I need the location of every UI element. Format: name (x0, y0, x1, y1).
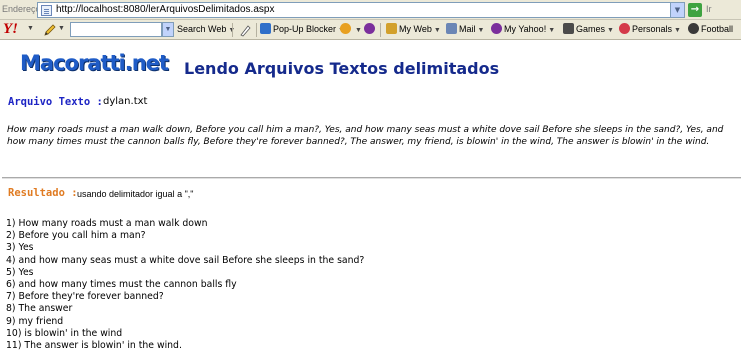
search-web-label: Search Web (177, 24, 227, 34)
games-caret-icon: ▼ (607, 27, 614, 34)
yahoo-menu-caret-icon[interactable]: ▼ (27, 25, 34, 32)
shield-icon (340, 23, 351, 34)
personals-button[interactable]: Personals ▼ (619, 23, 681, 38)
address-dropdown-icon[interactable]: ▼ (670, 3, 684, 17)
football-label: Football (701, 24, 734, 34)
shield-caret-icon: ▼ (355, 27, 362, 34)
address-bar: Endereço http://localhost:8080/lerArquiv… (0, 0, 741, 20)
page-title: Lendo Arquivos Textos delimitados (184, 59, 500, 78)
mail-icon (446, 23, 457, 34)
personals-caret-icon: ▼ (674, 27, 681, 34)
address-input[interactable]: http://localhost:8080/lerArquivosDelimit… (37, 2, 685, 18)
results-list: 1) How many roads must a man walk down 2… (6, 218, 364, 352)
result-line: 5) Yes (6, 266, 34, 278)
mail-caret-icon: ▼ (477, 27, 485, 34)
yahoo-search-input[interactable] (70, 22, 162, 37)
toolbar-divider (256, 23, 257, 37)
personals-label: Personals (632, 24, 673, 34)
address-label: Endereço (2, 4, 41, 14)
my-web-label: My Web (399, 24, 432, 34)
resultado-label: Resultado : (8, 187, 78, 199)
shield-button[interactable]: ▼ (340, 23, 362, 38)
toolbar-divider (232, 23, 233, 37)
yahoo-toolbar: Y! ▼ ▼ ▼ Search Web▼ Pop-Up Blocker▼ ▼ M… (0, 20, 741, 40)
personals-icon (619, 23, 630, 34)
pencil-menu-caret-icon[interactable]: ▼ (58, 25, 65, 32)
result-line: 10) is blowin' in the wind (6, 327, 123, 339)
arquivo-texto-label: Arquivo Texto : (8, 96, 103, 108)
my-web-caret-icon: ▼ (433, 27, 441, 34)
toolbar-divider (380, 23, 381, 37)
result-line: 1) How many roads must a man walk down (6, 218, 208, 229)
result-line: 7) Before they're forever banned? (6, 291, 164, 303)
popup-blocker-icon (260, 23, 271, 34)
yahoo-logo[interactable]: Y! (3, 21, 18, 38)
games-icon (563, 23, 574, 34)
go-button-label[interactable]: Ir (706, 4, 712, 14)
site-logo[interactable]: Macoratti.net (20, 51, 169, 75)
my-web-button[interactable]: My Web ▼ (386, 23, 441, 38)
my-yahoo-icon (491, 23, 502, 34)
football-icon (688, 23, 699, 34)
messenger-button[interactable] (364, 23, 377, 38)
my-yahoo-button[interactable]: My Yahoo! ▼ (491, 23, 555, 38)
my-web-icon (386, 23, 397, 34)
result-line: 8) The answer (6, 303, 73, 315)
games-label: Games (576, 24, 606, 34)
horizontal-rule (2, 177, 741, 179)
popup-blocker-button[interactable]: Pop-Up Blocker▼ (260, 23, 345, 38)
arquivo-texto-value: dylan.txt (103, 96, 148, 107)
result-line: 11) The answer is blowin' in the wind. (6, 340, 182, 352)
page-icon (41, 5, 52, 16)
pencil-icon[interactable] (43, 23, 57, 37)
result-line: 3) Yes (6, 242, 34, 254)
go-arrow-icon[interactable]: → (688, 3, 702, 17)
mail-label: Mail (459, 24, 476, 34)
highlight-pen-icon[interactable] (239, 24, 252, 37)
search-dropdown-icon[interactable]: ▼ (162, 22, 174, 37)
result-line: 9) my friend (6, 315, 64, 327)
result-line: 6) and how many times must the cannon ba… (6, 279, 237, 291)
messenger-icon (364, 23, 375, 34)
result-line: 4) and how many seas must a white dove s… (6, 254, 365, 266)
mail-button[interactable]: Mail ▼ (446, 23, 484, 38)
resultado-value: usando delimitador igual a "," (77, 189, 194, 199)
popup-blocker-label: Pop-Up Blocker (273, 24, 337, 34)
file-content-text: How many roads must a man walk down, Bef… (7, 125, 724, 147)
games-button[interactable]: Games ▼ (563, 23, 614, 38)
my-yahoo-label: My Yahoo! (504, 24, 547, 34)
address-url[interactable]: http://localhost:8080/lerArquivosDelimit… (56, 4, 274, 15)
result-line: 2) Before you call him a man? (6, 230, 146, 242)
search-web-button[interactable]: Search Web▼ (177, 23, 235, 38)
my-yahoo-caret-icon: ▼ (548, 27, 556, 34)
football-button[interactable]: Football (688, 23, 733, 38)
